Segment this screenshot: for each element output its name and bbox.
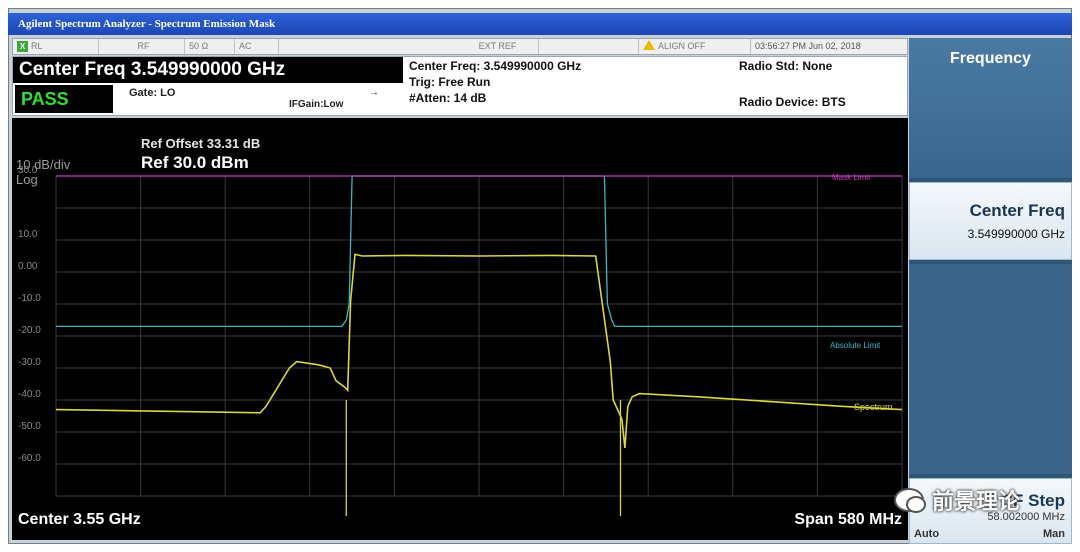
- rl-cell[interactable]: X RL: [13, 39, 99, 54]
- spectrum-label: Spectrum: [854, 402, 893, 412]
- span-label[interactable]: Span 580 MHz: [794, 511, 902, 528]
- input-arrow-icon: →: [369, 87, 379, 98]
- align-label: ALIGN OFF: [658, 41, 706, 51]
- y-tick-label: -60.0: [18, 453, 41, 464]
- center-freq-banner[interactable]: Center Freq 3.549990000 GHz: [13, 57, 403, 83]
- spectrum-display[interactable]: 30.0 10.0 0.00 -10.0 -20.0 -30.0 -40.0 -50.0 -60…: [12, 118, 908, 540]
- radio-std-info: Radio Std: None: [739, 59, 833, 73]
- datetime-cell: 03:56:27 PM Jun 02, 2018: [755, 41, 861, 51]
- radio-device-info: Radio Device: BTS: [739, 95, 846, 109]
- trig-info: Trig: Free Run: [409, 75, 491, 89]
- softkey-panel: Frequency Center Freq 3.549990000 GHz CF…: [909, 38, 1072, 544]
- ref-level-label: Ref 30.0 dBm: [141, 153, 249, 172]
- y-tick-label: -20.0: [18, 325, 41, 336]
- measurement-info-bar: Center Freq 3.549990000 GHz PASS Gate: L…: [12, 56, 908, 116]
- impedance-cell: 50 Ω: [185, 39, 235, 54]
- ext-ref-cell: EXT REF: [453, 39, 539, 54]
- y-tick-label: -40.0: [18, 389, 41, 400]
- center-freq-info: Center Freq: 3.549990000 GHz: [409, 59, 582, 73]
- blank-cell-2: [539, 39, 639, 54]
- plot-grid: [55, 175, 903, 497]
- y-tick-label: 10.0: [18, 229, 38, 240]
- mask-limit-label: Mask Limit: [832, 173, 871, 182]
- rl-label: RL: [31, 41, 43, 51]
- x-status-icon: X: [17, 41, 28, 52]
- y-tick-label: 0.00: [18, 261, 38, 272]
- cf-step-auto[interactable]: Auto: [914, 528, 939, 540]
- watermark: 前景理论: [894, 484, 1054, 516]
- scale-label: 10 dB/div: [16, 157, 71, 172]
- warning-icon: [643, 40, 655, 50]
- align-cell: ALIGN OFF: [639, 39, 751, 54]
- watermark-text: 前景理论: [932, 490, 1021, 515]
- ac-cell: AC: [235, 39, 279, 54]
- atten-info: #Atten: 14 dB: [409, 91, 487, 105]
- cf-step-man[interactable]: Man: [1043, 528, 1065, 540]
- gate-label: Gate: LO: [129, 87, 176, 99]
- spectrum-plot: 30.010.00.00-10.0-20.0-30.0-40.0-50.0-60…: [16, 136, 903, 528]
- y-tick-label: -30.0: [18, 357, 41, 368]
- center-freq-softkey-value: 3.549990000 GHz: [967, 227, 1065, 241]
- window-title: Agilent Spectrum Analyzer - Spectrum Emi…: [8, 13, 1072, 35]
- center-freq-softkey[interactable]: Center Freq 3.549990000 GHz: [909, 182, 1072, 260]
- wechat-icon: [894, 488, 926, 513]
- pass-indicator: PASS: [15, 85, 113, 113]
- coupling-cell: RF: [99, 39, 185, 54]
- softkey-menu-title: Frequency: [909, 38, 1072, 178]
- y-tick-labels: 30.010.00.00-10.0-20.0-30.0-40.0-50.0-60…: [18, 165, 41, 464]
- scale-type-label: Log: [16, 172, 38, 187]
- y-tick-label: -50.0: [18, 421, 41, 432]
- softkey-empty-area: [909, 264, 1072, 474]
- ref-offset-label: Ref Offset 33.31 dB: [141, 136, 260, 151]
- status-bar: X RL RF 50 Ω AC EXT REF ALIGN OFF 03:56:2…: [12, 38, 908, 55]
- absolute-limit-label: Absolute Limit: [830, 341, 881, 350]
- ifgain-label: IFGain:Low: [289, 99, 344, 110]
- center-freq-bottom-label[interactable]: Center 3.55 GHz: [18, 511, 141, 528]
- center-freq-softkey-label: Center Freq: [969, 201, 1065, 220]
- y-tick-label: -10.0: [18, 293, 41, 304]
